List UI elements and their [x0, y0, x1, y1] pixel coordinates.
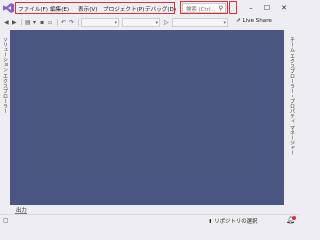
forward-icon[interactable]: ▶: [12, 18, 17, 27]
chevron-down-icon: ▾: [114, 20, 117, 26]
chevron-down-icon: ▾: [155, 20, 158, 26]
comment-icon[interactable]: ▢: [3, 217, 9, 224]
debug-target-dropdown[interactable]: ▾: [172, 18, 228, 27]
maximize-icon[interactable]: ☐: [261, 3, 273, 13]
extra-highlight-box: [229, 1, 237, 14]
minimize-icon[interactable]: –: [245, 3, 257, 13]
chevron-down-icon: ▾: [223, 20, 226, 26]
visual-studio-logo-icon: [3, 3, 14, 13]
bottom-panel-strip: 出力: [0, 205, 300, 214]
status-bar: ▢ ⬆ リポジトリの選択 🔔︎: [0, 214, 300, 225]
close-icon[interactable]: ✕: [278, 3, 290, 13]
toolbar-separator: [78, 19, 79, 26]
editor-workspace: [10, 30, 284, 205]
save-all-icon[interactable]: ▫: [48, 18, 52, 27]
toolbar-separator: [21, 19, 22, 26]
save-icon[interactable]: ▪: [40, 18, 44, 27]
select-repository-label: リポジトリの選択: [214, 219, 258, 225]
menu-highlight-box: [15, 2, 175, 14]
search-highlight-box: [180, 1, 228, 14]
start-icon[interactable]: ▷: [164, 18, 169, 27]
solution-explorer-tab[interactable]: ソリューション エクスプローラー: [2, 37, 9, 114]
back-icon[interactable]: ◀: [4, 18, 9, 27]
menu-bar: ファイル(F) 編集(E) 表示(V) プロジェクト(P) デバッグ(D) 検索…: [0, 0, 300, 16]
notification-dot: [292, 216, 296, 220]
undo-icon[interactable]: ↶: [61, 18, 66, 27]
live-share-label: Live Share: [242, 18, 272, 24]
live-share-button[interactable]: ⇗ Live Share: [236, 18, 272, 24]
live-share-icon: ⇗: [236, 18, 241, 24]
redo-icon[interactable]: ↷: [69, 18, 74, 27]
solution-platform-dropdown[interactable]: ▾: [122, 18, 160, 27]
open-icon[interactable]: ▾: [33, 18, 36, 27]
new-project-icon[interactable]: ▤: [25, 18, 31, 27]
right-panel-tabs[interactable]: チーム エクスプローラー・プロパティ マネージャー: [289, 37, 296, 155]
repository-icon: ⬆: [208, 219, 213, 225]
select-repository-button[interactable]: ⬆ リポジトリの選択: [208, 217, 257, 225]
toolbar-separator: [57, 19, 58, 26]
solution-configuration-dropdown[interactable]: ▾: [81, 18, 119, 27]
